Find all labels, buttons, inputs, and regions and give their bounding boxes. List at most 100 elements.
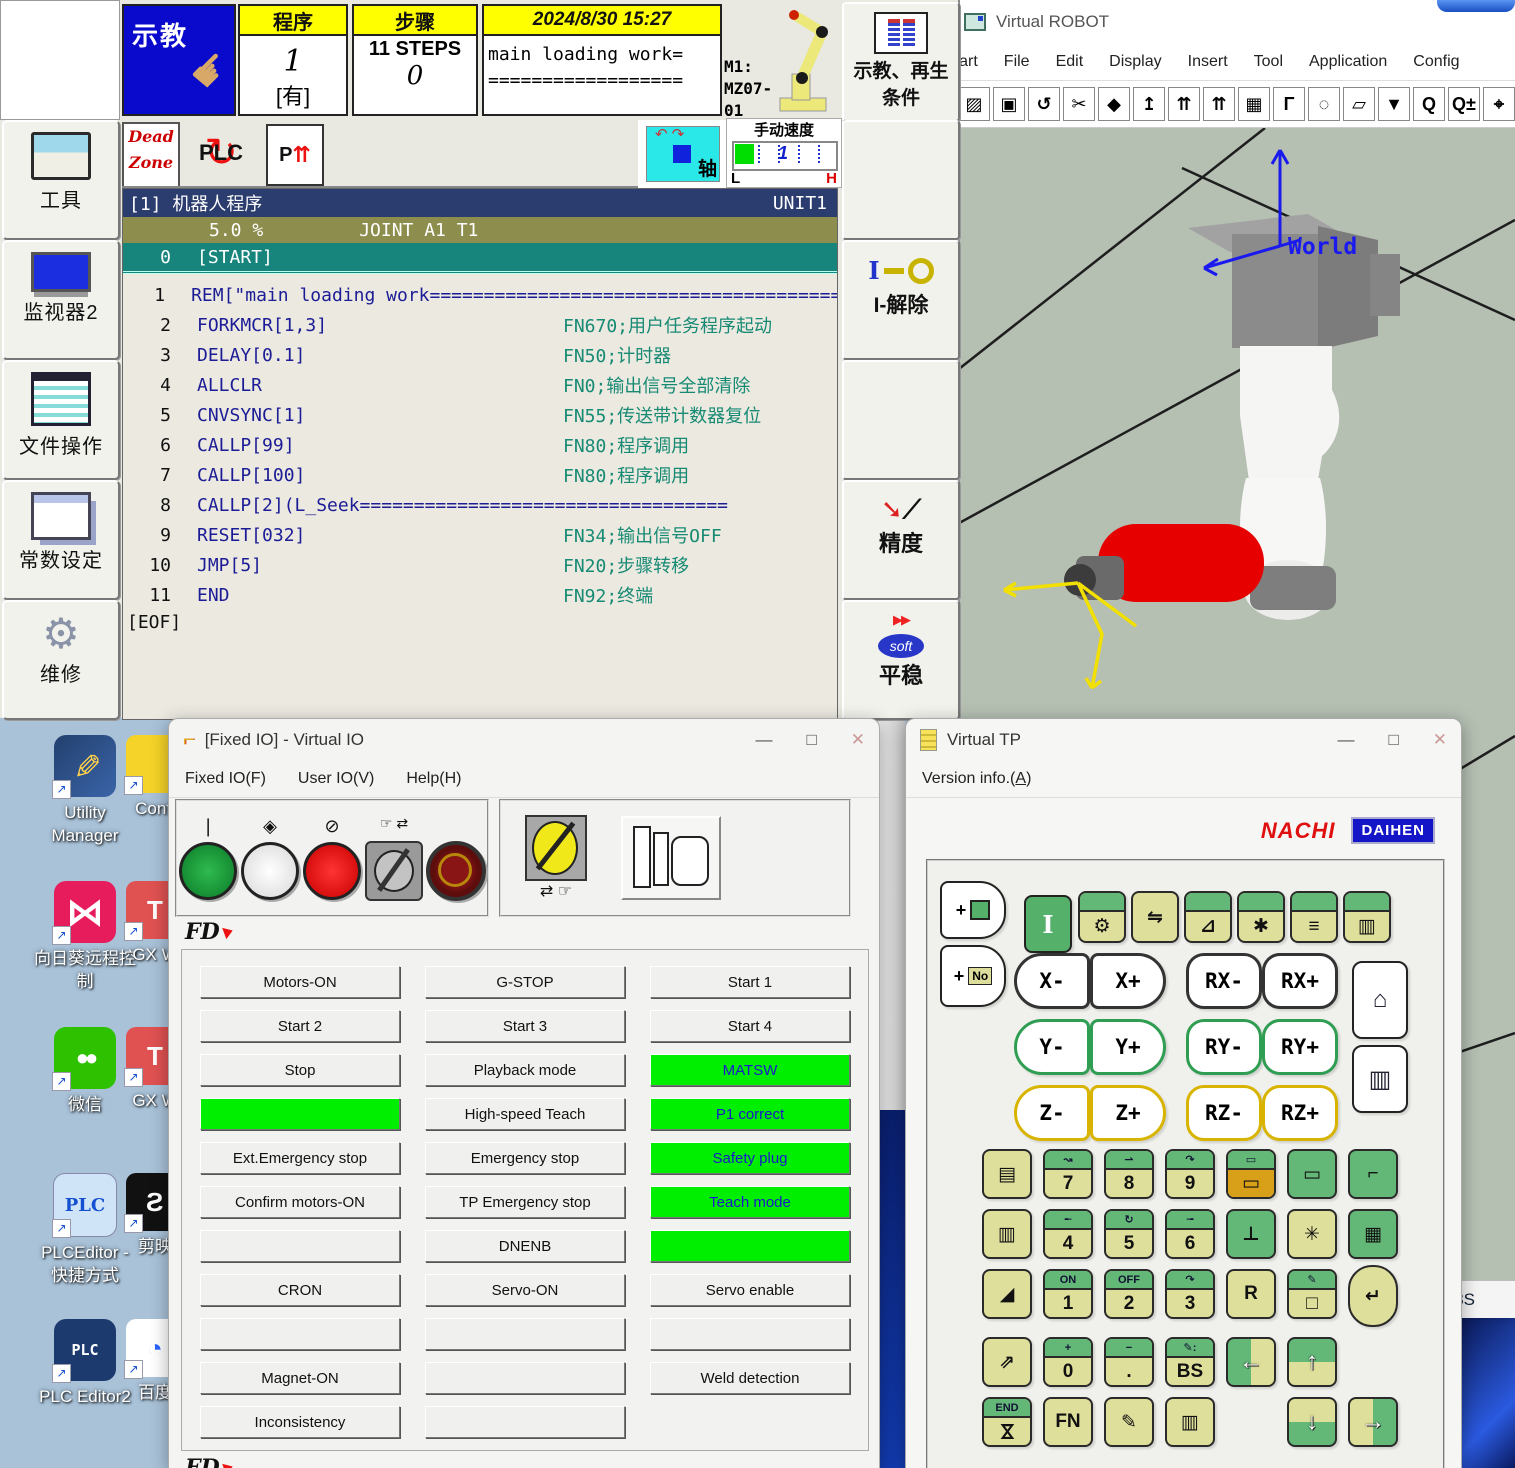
maximize-button[interactable]: □ <box>806 730 816 750</box>
io-signal-button[interactable] <box>425 1362 625 1394</box>
io-signal-button[interactable]: Servo enable <box>650 1274 850 1306</box>
jog-key[interactable]: RX+ <box>1262 953 1338 1009</box>
blank-function-button[interactable] <box>842 360 960 480</box>
io-signal-button[interactable] <box>425 1318 625 1350</box>
monitor-key[interactable]: ⌂ <box>1352 961 1408 1039</box>
tp-key[interactable]: ▭ ▭ <box>1226 1149 1276 1199</box>
axis-coordinate-button[interactable]: ↶ ↷ 轴 <box>638 120 728 190</box>
toolbar-icon[interactable]: ⇈ <box>1203 87 1235 121</box>
screen-switch-key[interactable]: + <box>940 881 1006 939</box>
tp-key[interactable]: ⇀ 8 <box>1104 1149 1154 1199</box>
tp-key[interactable]: ✳ <box>1287 1209 1337 1259</box>
tp-key[interactable]: FN <box>1043 1397 1093 1447</box>
io-signal-button[interactable]: High-speed Teach <box>425 1098 625 1130</box>
menu-item[interactable]: User IO(V) <box>298 770 374 788</box>
jog-key[interactable]: RX- <box>1186 953 1262 1009</box>
toolbar-icon[interactable]: ▨ <box>958 87 990 121</box>
io-signal-button[interactable]: P1 correct <box>650 1098 850 1130</box>
tp-key[interactable]: END ⋈ <box>982 1397 1032 1447</box>
io-signal-button[interactable] <box>425 1406 625 1438</box>
tp-function-key[interactable]: ⚙ <box>1078 891 1126 943</box>
io-signal-button[interactable] <box>650 1230 850 1262</box>
interlock-release-button[interactable]: I I-解除 <box>842 240 960 360</box>
sidebar-button[interactable]: 常数设定 <box>2 480 120 600</box>
io-signal-button[interactable]: Stop <box>200 1054 400 1086</box>
stop-switch[interactable]: ⊘ <box>301 816 363 900</box>
io-signal-button[interactable] <box>200 1230 400 1262</box>
io-signal-button[interactable]: DNENB <box>425 1230 625 1262</box>
tp-key[interactable]: ╾ 4 <box>1043 1209 1093 1259</box>
tp-key[interactable]: ↝ 7 <box>1043 1149 1093 1199</box>
tp-function-key[interactable]: ≡ <box>1290 891 1338 943</box>
io-signal-button[interactable]: Teach mode <box>650 1186 850 1218</box>
jog-key[interactable]: RZ+ <box>1262 1085 1338 1141</box>
program-line[interactable]: 0 [START] <box>123 243 837 274</box>
toolbar-icon[interactable]: ◆ <box>1098 87 1130 121</box>
menu-item[interactable]: Edit <box>1056 53 1084 71</box>
tp-key[interactable]: ✎: BS <box>1165 1337 1215 1387</box>
tp-key[interactable]: ↻ 5 <box>1104 1209 1154 1259</box>
tp-key[interactable]: ✎ □ <box>1287 1269 1337 1319</box>
tp-key[interactable]: ⊥ <box>1226 1209 1276 1259</box>
io-signal-button[interactable]: Inconsistency <box>200 1406 400 1438</box>
io-signal-button[interactable]: MATSW <box>650 1054 850 1086</box>
jog-key[interactable]: RZ- <box>1186 1085 1262 1141</box>
version-info-menu[interactable]: Version info.(A) <box>922 770 1031 788</box>
toolbar-icon[interactable]: ◌ <box>1308 87 1340 121</box>
jog-key[interactable]: RY- <box>1186 1019 1262 1075</box>
sidebar-button[interactable]: 维修 <box>2 600 120 720</box>
virtual-tp-titlebar[interactable]: Virtual TP — □ ✕ <box>906 719 1461 761</box>
page-switch-key[interactable]: +No <box>940 945 1006 1007</box>
io-signal-button[interactable]: Start 3 <box>425 1010 625 1042</box>
io-signal-button[interactable]: Start 4 <box>650 1010 850 1042</box>
screen-key[interactable]: ▥ <box>1352 1045 1408 1113</box>
toolbar-icon[interactable]: ▱ <box>1343 87 1375 121</box>
io-signal-button[interactable]: Ext.Emergency stop <box>200 1142 400 1174</box>
tp-key[interactable]: ⇗ <box>982 1337 1032 1387</box>
menu-item[interactable]: Application <box>1309 53 1387 71</box>
io-signal-button[interactable]: Start 2 <box>200 1010 400 1042</box>
io-signal-button[interactable]: Emergency stop <box>425 1142 625 1174</box>
mode-selector-switch[interactable]: ☞ ⇄ <box>363 815 425 901</box>
maximize-button[interactable]: □ <box>1388 730 1398 750</box>
menu-item[interactable]: Display <box>1109 53 1161 71</box>
io-signal-button[interactable]: Confirm motors-ON <box>200 1186 400 1218</box>
teach-playback-condition-button[interactable]: 示教、再生 条件 <box>842 2 960 122</box>
program-line[interactable]: 2 FORKMCR[1,3] FN670;用户任务程序起动 <box>123 310 837 340</box>
toolbar-icon[interactable]: Q± <box>1448 87 1480 121</box>
tp-key[interactable]: ▤ <box>982 1149 1032 1199</box>
enable-pendant-button[interactable] <box>621 816 721 900</box>
jog-key[interactable]: Z- <box>1014 1085 1090 1141</box>
toolbar-icon[interactable]: ✂ <box>1063 87 1095 121</box>
jog-key[interactable]: X+ <box>1090 953 1166 1009</box>
tp-function-key[interactable]: ▥ <box>1343 891 1391 943</box>
emergency-stop-switch[interactable] <box>425 815 487 901</box>
program-line[interactable]: 3 DELAY[0.1] FN50;计时器 <box>123 340 837 370</box>
sidebar-button[interactable]: 文件操作 <box>2 360 120 480</box>
estop-button[interactable] <box>426 841 486 901</box>
blank-function-button[interactable] <box>842 120 960 240</box>
io-signal-button[interactable] <box>200 1098 400 1130</box>
program-up-button[interactable]: P⇈ <box>266 124 324 186</box>
io-signal-button[interactable]: Motors-ON <box>200 966 400 998</box>
menu-item[interactable]: File <box>1004 53 1030 71</box>
speed-bar[interactable]: 1 <box>732 141 838 171</box>
toolbar-icon[interactable]: Γ <box>1273 87 1305 121</box>
fixed-io-titlebar[interactable]: ⌐ [Fixed IO] - Virtual IO — □ ✕ <box>169 719 879 761</box>
tp-key[interactable]: ← <box>1226 1337 1276 1387</box>
plc-indicator[interactable]: ↻ PLC <box>180 122 262 184</box>
motors-on-switch[interactable]: ❘ <box>177 816 239 900</box>
jog-key[interactable]: RY+ <box>1262 1019 1338 1075</box>
program-line[interactable]: 6 CALLP[99] FN80;程序调用 <box>123 430 837 460</box>
tp-function-key[interactable]: ⇋ <box>1131 891 1179 943</box>
selector-knob[interactable] <box>365 841 423 901</box>
menu-item[interactable]: Tool <box>1254 53 1283 71</box>
tp-key[interactable]: ◢ <box>982 1269 1032 1319</box>
program-line[interactable]: 1 REM["main loading work================… <box>123 280 837 310</box>
tp-key[interactable]: ▦ <box>1348 1209 1398 1259</box>
jog-key[interactable]: Y- <box>1014 1019 1090 1075</box>
accuracy-button[interactable]: ➘⟋ 精度 <box>842 480 960 600</box>
toolbar-icon[interactable]: Q <box>1413 87 1445 121</box>
close-button[interactable]: ✕ <box>851 730 865 750</box>
sidebar-button[interactable]: 工具 <box>2 120 120 240</box>
